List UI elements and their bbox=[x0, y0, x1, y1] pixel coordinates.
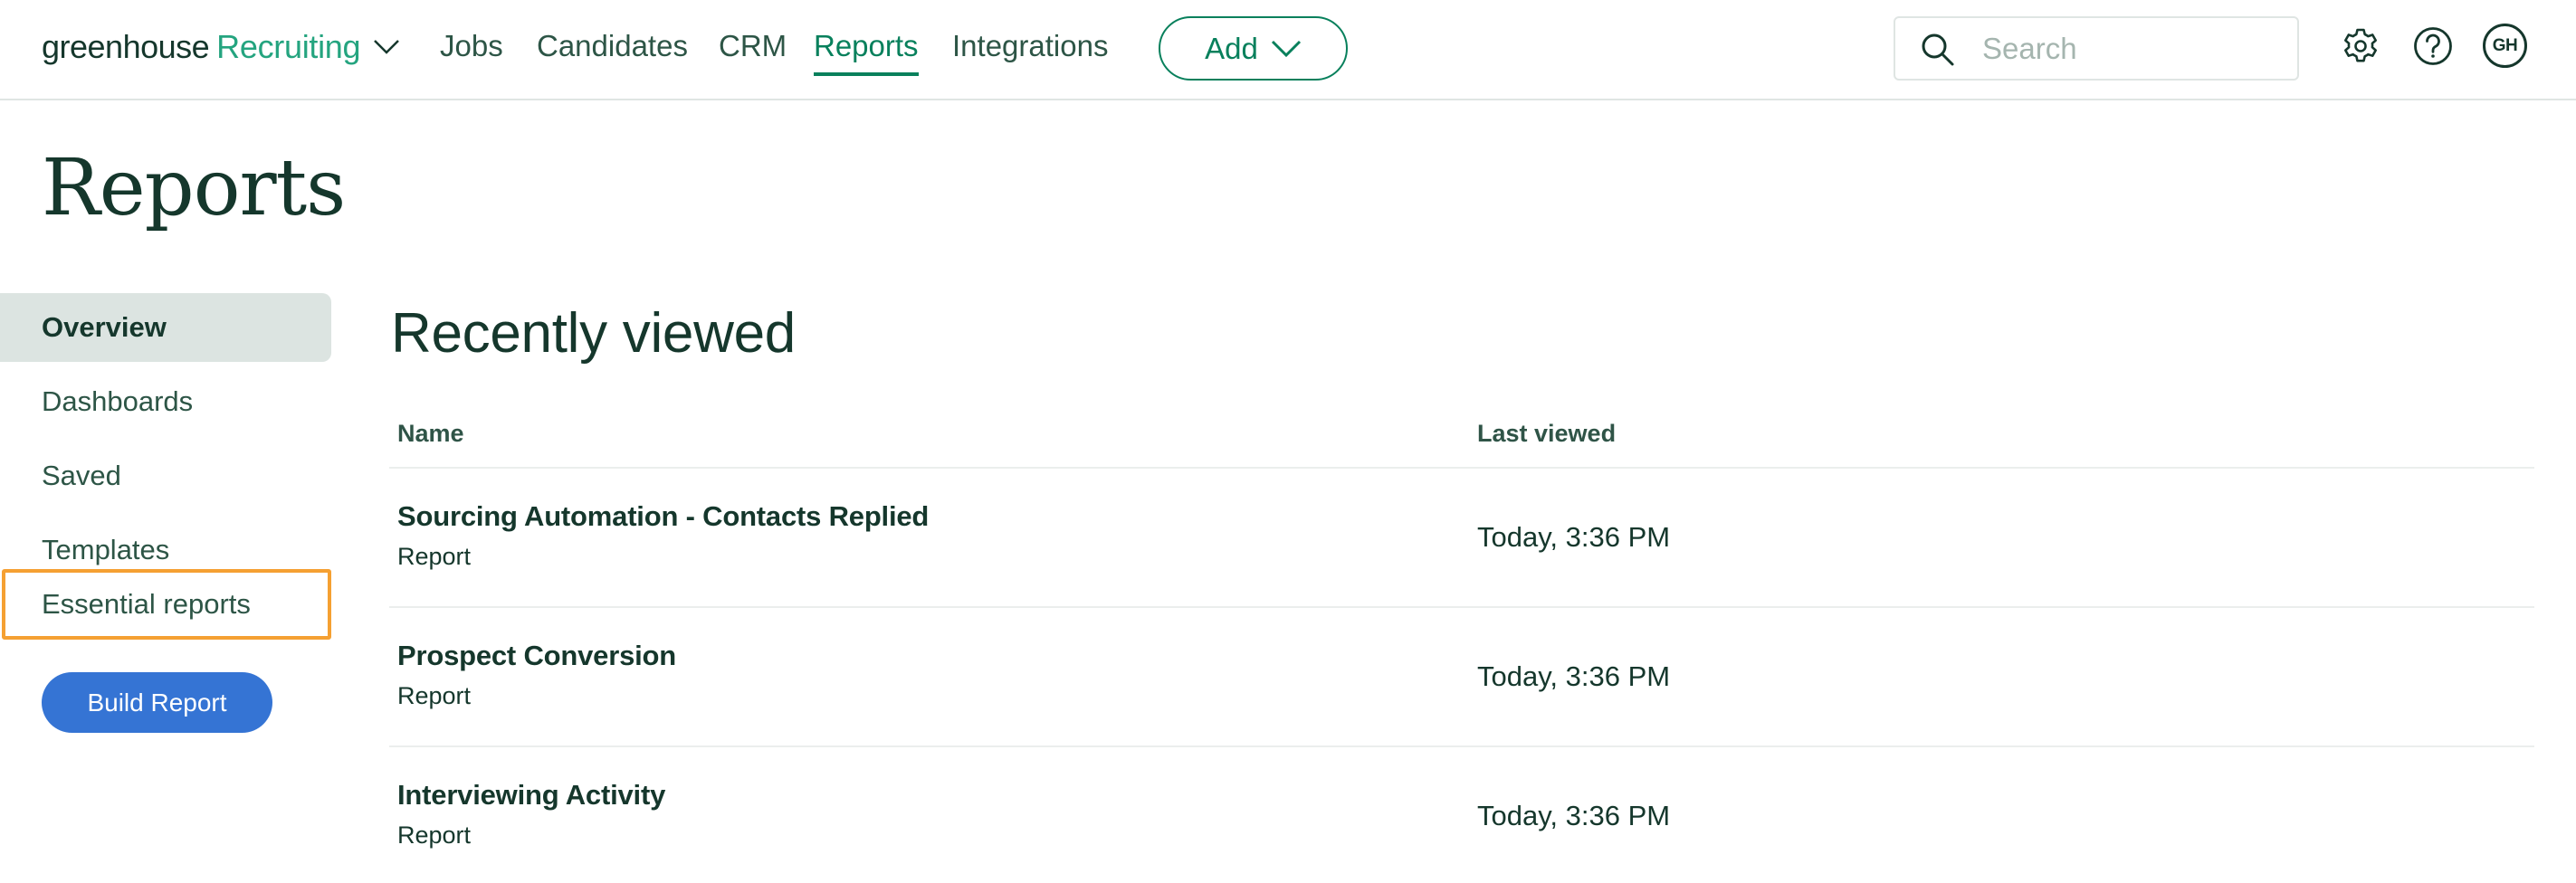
nav-reports[interactable]: Reports bbox=[814, 29, 919, 76]
build-report-button[interactable]: Build Report bbox=[42, 672, 272, 733]
report-type: Report bbox=[397, 821, 472, 849]
sidebar-item-dashboards[interactable]: Dashboards bbox=[0, 367, 331, 436]
search-icon bbox=[1922, 33, 1954, 66]
search-input[interactable] bbox=[1982, 27, 2281, 71]
add-button[interactable]: Add bbox=[1159, 16, 1348, 81]
table-row[interactable]: Sourcing Automation - Contacts Replied R… bbox=[389, 469, 2534, 608]
top-nav-bar: greenhouse Recruiting Jobs Candidates CR… bbox=[0, 0, 2576, 100]
report-name[interactable]: Sourcing Automation - Contacts Replied bbox=[397, 500, 929, 533]
product-switcher[interactable]: greenhouse Recruiting bbox=[42, 20, 400, 74]
nav-integrations[interactable]: Integrations bbox=[952, 29, 1108, 63]
last-viewed: Today, 3:36 PM bbox=[1477, 521, 1671, 553]
last-viewed: Today, 3:36 PM bbox=[1477, 660, 1671, 692]
sidebar-item-saved[interactable]: Saved bbox=[0, 442, 331, 510]
nav-jobs[interactable]: Jobs bbox=[440, 29, 503, 63]
add-button-label: Add bbox=[1205, 31, 1258, 65]
report-type: Report bbox=[397, 682, 472, 709]
report-name[interactable]: Prospect Conversion bbox=[397, 640, 676, 672]
greenhouse-logo: greenhouse bbox=[42, 28, 210, 65]
sidebar-item-essential-reports[interactable]: Essential reports bbox=[2, 569, 331, 640]
chevron-down-icon bbox=[374, 40, 400, 54]
question-circle-icon bbox=[2414, 27, 2452, 65]
sidebar-item-overview[interactable]: Overview bbox=[0, 293, 331, 362]
nav-candidates[interactable]: Candidates bbox=[537, 29, 688, 63]
report-name[interactable]: Interviewing Activity bbox=[397, 779, 665, 812]
report-type: Report bbox=[397, 543, 472, 570]
column-header-name: Name bbox=[397, 420, 464, 447]
page-title: Reports bbox=[42, 143, 346, 233]
section-title: Recently viewed bbox=[391, 302, 796, 365]
gear-icon bbox=[2344, 28, 2377, 62]
table-row[interactable]: Interviewing Activity Report Today, 3:36… bbox=[389, 747, 2534, 883]
column-header-last-viewed: Last viewed bbox=[1477, 420, 1617, 447]
nav-crm[interactable]: CRM bbox=[719, 29, 787, 63]
last-viewed: Today, 3:36 PM bbox=[1477, 800, 1671, 831]
user-avatar[interactable]: GH bbox=[2483, 24, 2527, 68]
table-row[interactable]: Prospect Conversion Report Today, 3:36 P… bbox=[389, 608, 2534, 747]
chevron-down-icon bbox=[1271, 40, 1301, 57]
help-button[interactable] bbox=[2412, 25, 2454, 67]
settings-button[interactable] bbox=[2340, 25, 2381, 67]
search-box bbox=[1894, 16, 2299, 81]
product-name: Recruiting bbox=[216, 28, 361, 65]
